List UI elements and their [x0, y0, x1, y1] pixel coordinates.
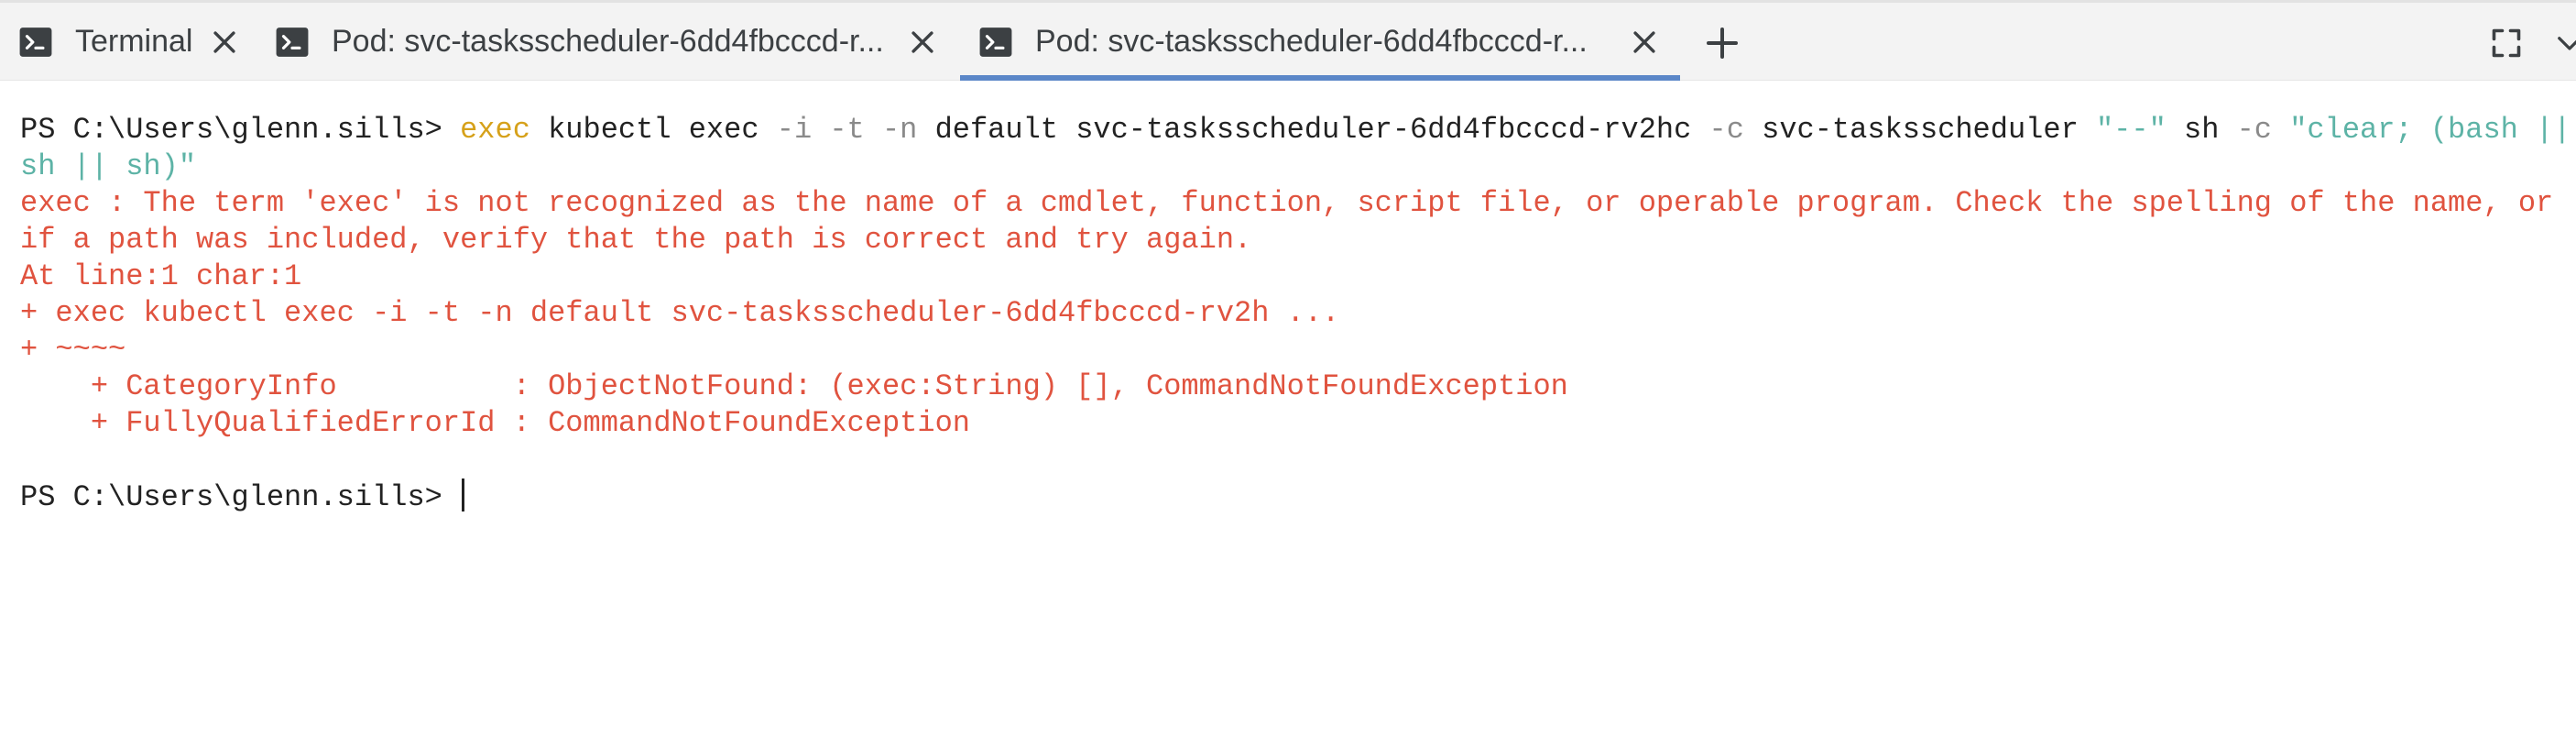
- error-line: + CategoryInfo : ObjectNotFound: (exec:S…: [20, 369, 1568, 403]
- parameter-token: -t: [829, 113, 865, 147]
- parameter-token: -n: [881, 113, 918, 147]
- command-line: PS C:\Users\glenn.sills> exec kubectl ex…: [20, 112, 2576, 148]
- tab-pod-2[interactable]: Pod: svc-tasksscheduler-6dd4fbcccd-r...: [960, 3, 1680, 83]
- chevron-down-icon[interactable]: [2556, 30, 2576, 58]
- terminal-icon: [979, 27, 1012, 57]
- prompt: PS C:\Users\glenn.sills>: [20, 113, 461, 147]
- text-cursor: [462, 478, 465, 512]
- parameter-token: -c: [1708, 113, 1744, 147]
- error-line: exec : The term 'exec' is not recognized…: [20, 186, 2554, 220]
- tab-label: Pod: svc-tasksscheduler-6dd4fbcccd-r...: [332, 24, 884, 59]
- command-text: svc-tasksscheduler: [1743, 113, 2096, 147]
- tab-label: Pod: svc-tasksscheduler-6dd4fbcccd-r...: [1035, 24, 1588, 59]
- tab-pod-1[interactable]: Pod: svc-tasksscheduler-6dd4fbcccd-r...: [257, 3, 958, 81]
- tab-label: Terminal: [75, 24, 193, 59]
- command-line-wrap: sh || sh)": [20, 149, 197, 183]
- close-icon[interactable]: [907, 27, 938, 58]
- prompt: PS C:\Users\glenn.sills>: [20, 480, 461, 514]
- terminal-window: Terminal Pod: svc-tasksscheduler-6dd4fbc…: [0, 0, 2576, 737]
- command-text: default svc-tasksscheduler-6dd4fbcccd-rv…: [917, 113, 1709, 147]
- string-token: "--": [2095, 113, 2167, 147]
- command-token: exec: [460, 113, 530, 147]
- close-icon[interactable]: [209, 27, 240, 58]
- error-line: + FullyQualifiedErrorId : CommandNotFoun…: [20, 406, 970, 440]
- fullscreen-icon[interactable]: [2490, 27, 2523, 60]
- error-line: if a path was included, verify that the …: [20, 223, 1252, 257]
- parameter-token: -c: [2236, 113, 2272, 147]
- string-token: "clear; (bash || a: [2289, 113, 2576, 147]
- close-icon[interactable]: [1629, 27, 1660, 58]
- terminal-icon: [19, 27, 52, 57]
- terminal-output[interactable]: PS C:\Users\glenn.sills> exec kubectl ex…: [0, 81, 2576, 737]
- plus-icon[interactable]: [1704, 25, 1741, 61]
- error-line: At line:1 char:1: [20, 259, 302, 293]
- prompt-line: PS C:\Users\glenn.sills>: [20, 478, 465, 516]
- error-line: + ~~~~: [20, 333, 126, 367]
- tab-terminal[interactable]: Terminal: [0, 3, 260, 81]
- parameter-token: -i: [776, 113, 813, 147]
- tab-bar: Terminal Pod: svc-tasksscheduler-6dd4fbc…: [0, 0, 2576, 83]
- command-text: sh: [2166, 113, 2237, 147]
- error-line: + exec kubectl exec -i -t -n default svc…: [20, 296, 1340, 330]
- terminal-icon: [276, 27, 309, 57]
- command-text: kubectl exec: [529, 113, 777, 147]
